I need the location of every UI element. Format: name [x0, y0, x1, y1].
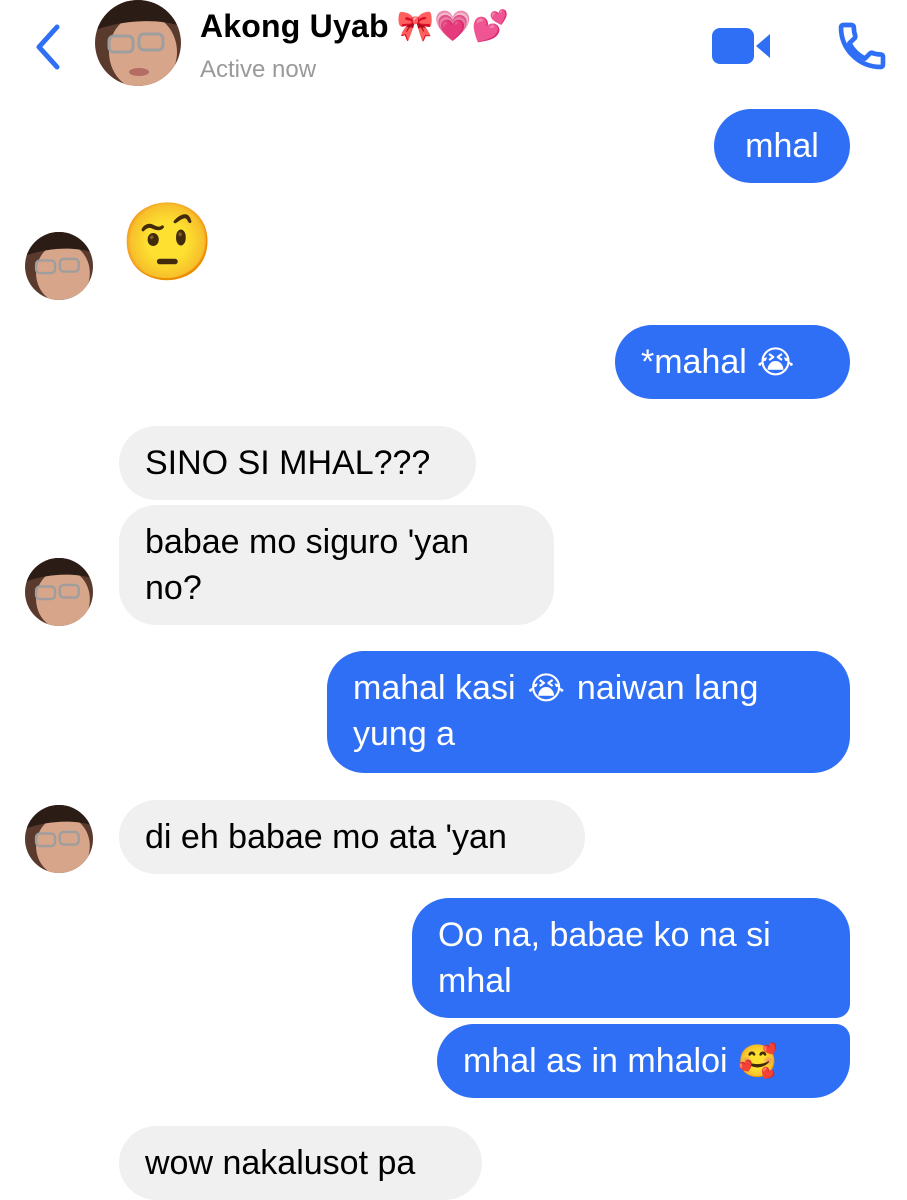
message-text: *mahal [641, 343, 747, 381]
message-text: SINO SI MHAL??? [145, 444, 431, 482]
message-bubble-outgoing[interactable]: Oo na, babae ko na si mhal [412, 898, 850, 1018]
message-bubble-outgoing[interactable]: mhal as in mhaloi 🥰 [437, 1024, 850, 1098]
message-bubble-incoming[interactable]: babae mo siguro 'yan no? [119, 505, 554, 625]
crying-face-emoji: 😭 [527, 670, 565, 706]
message-text-line: Oo na, babae ko na si [438, 916, 771, 954]
message-bubble-outgoing[interactable]: *mahal 😭 [615, 325, 850, 399]
message-text: mahal kasi [353, 669, 516, 707]
message-emoji-incoming[interactable]: 🤨 [120, 205, 215, 281]
message-text-line: babae mo siguro 'yan [145, 523, 470, 561]
crying-face-emoji: 😭 [756, 344, 795, 380]
video-call-button[interactable] [712, 24, 772, 68]
video-camera-icon [712, 28, 770, 64]
message-text-line: mahal kasi 😭 naiwan lang [353, 665, 758, 711]
message-text: mhal as in mhaloi [463, 1042, 728, 1080]
phone-icon [838, 22, 886, 70]
message-bubble-incoming[interactable]: wow nakalusot pa [119, 1126, 482, 1200]
contact-avatar-small[interactable] [25, 558, 93, 626]
voice-call-button[interactable] [834, 18, 890, 74]
message-bubble-incoming[interactable]: di eh babae mo ata 'yan [119, 800, 585, 874]
contact-name-text: Akong Uyab [200, 8, 389, 44]
active-status: Active now [200, 56, 317, 83]
contact-avatar-small[interactable] [25, 232, 93, 300]
message-bubble-incoming[interactable]: SINO SI MHAL??? [119, 426, 476, 500]
message-text-line: mhal [438, 962, 512, 1000]
avatar-photo [95, 0, 181, 86]
smiling-face-hearts-emoji: 🥰 [737, 1043, 778, 1079]
avatar-photo [25, 805, 93, 873]
contact-name-emojis: 🎀💗💕 [396, 10, 510, 43]
message-text: di eh babae mo ata 'yan [145, 818, 507, 856]
avatar-photo [25, 232, 93, 300]
message-text: wow nakalusot pa [145, 1144, 416, 1182]
contact-avatar[interactable] [95, 0, 181, 86]
message-text-line: yung a [353, 715, 456, 753]
back-button[interactable] [30, 22, 66, 72]
message-bubble-outgoing[interactable]: mhal [714, 109, 850, 183]
chevron-left-icon [36, 24, 60, 70]
contact-avatar-small[interactable] [25, 805, 93, 873]
message-text: naiwan lang [576, 669, 759, 707]
avatar-photo [25, 558, 93, 626]
message-text-line: no? [145, 569, 202, 607]
message-bubble-outgoing[interactable]: mahal kasi 😭 naiwan lang yung a [327, 651, 850, 773]
message-text: mhal [745, 127, 819, 165]
contact-name[interactable]: Akong Uyab 🎀💗💕 [200, 8, 509, 45]
